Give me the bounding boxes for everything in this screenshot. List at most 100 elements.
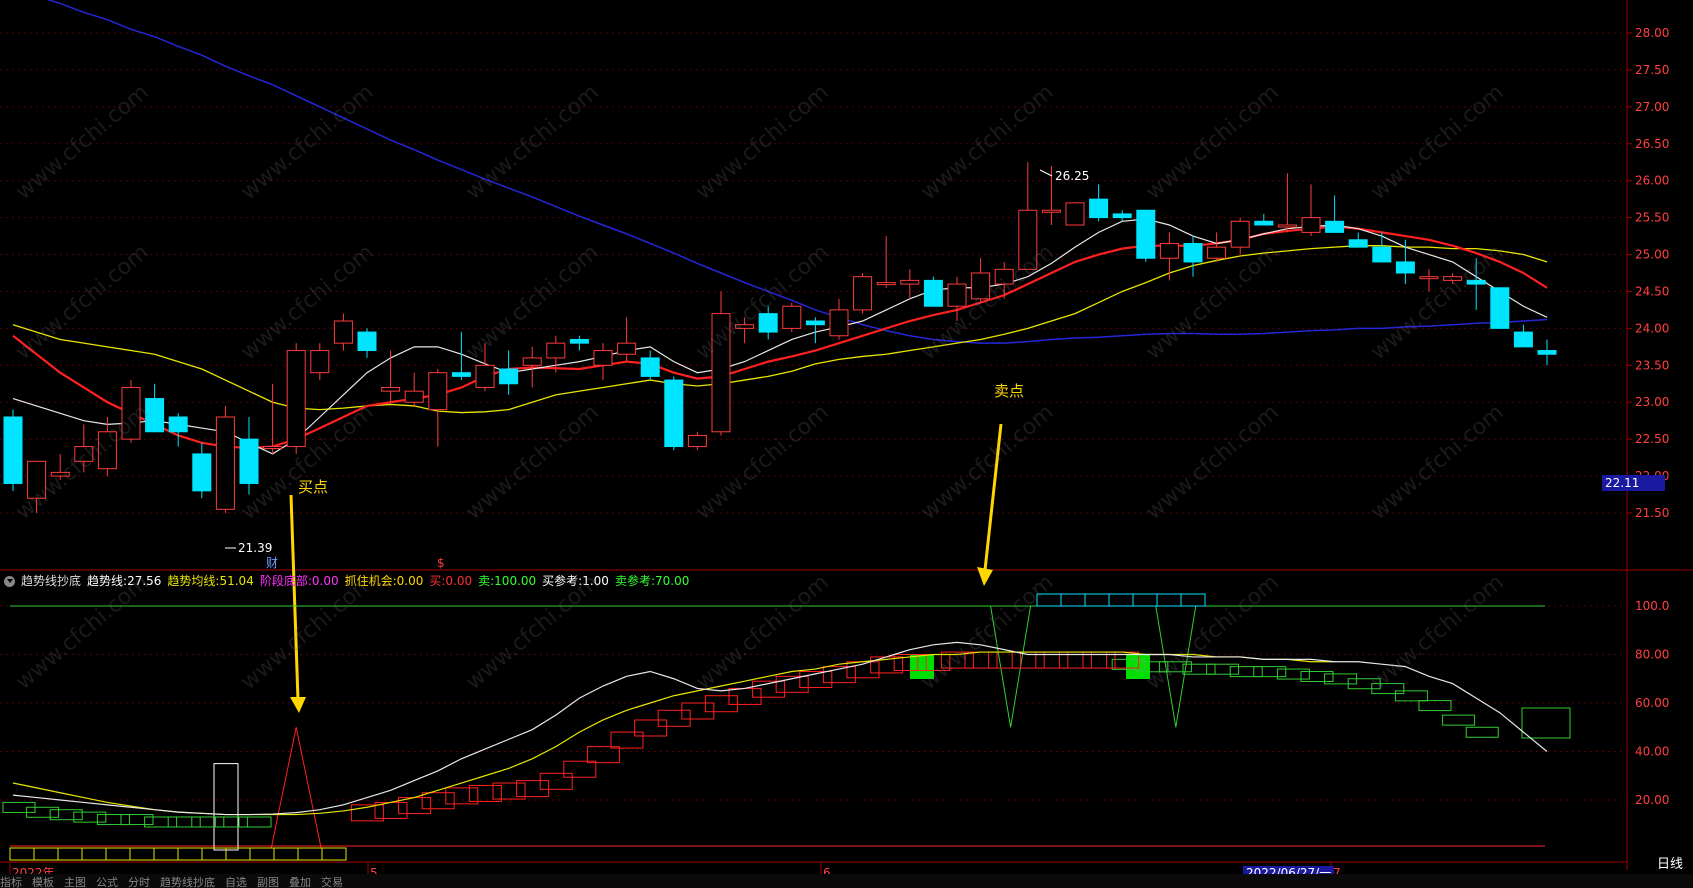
finance-mark: 财 bbox=[266, 556, 278, 570]
candle-body bbox=[428, 372, 448, 411]
candle-body bbox=[853, 276, 873, 311]
red-step-box bbox=[634, 719, 668, 737]
green-step-box bbox=[120, 814, 154, 826]
current-price-tag: 22.11 bbox=[1602, 475, 1665, 491]
buy-ref-label: 买参考:1.00 bbox=[542, 574, 609, 588]
bottom-yellow-box bbox=[33, 847, 59, 861]
green-step-box bbox=[167, 816, 201, 828]
indicator-tick-label: 80.00 bbox=[1635, 648, 1669, 662]
price-tick-label: 21.50 bbox=[1635, 506, 1669, 520]
dollar-mark: $ bbox=[437, 556, 445, 570]
candle-body bbox=[1230, 220, 1250, 248]
indicator-white-line bbox=[12, 641, 1548, 816]
sell-label: 卖:100.00 bbox=[478, 574, 537, 588]
candle-body bbox=[664, 379, 684, 448]
buy-arrow-head bbox=[290, 697, 306, 713]
indicator-tick-label: 20.00 bbox=[1635, 793, 1669, 807]
high-pointer bbox=[1039, 169, 1053, 177]
candle-body bbox=[617, 342, 637, 355]
bottom-tab[interactable]: 模板 bbox=[32, 876, 54, 888]
green-step-box bbox=[144, 816, 178, 828]
bottom-yellow-box bbox=[105, 847, 131, 861]
candle-body bbox=[923, 279, 943, 307]
candle-body bbox=[1395, 261, 1415, 274]
green-signal-square bbox=[1126, 655, 1150, 679]
price-tick-label: 24.50 bbox=[1635, 284, 1669, 298]
candle-body bbox=[1513, 331, 1533, 348]
indicator-tick-label: 60.00 bbox=[1635, 696, 1669, 710]
candle-body bbox=[900, 279, 920, 285]
candle-body bbox=[381, 386, 401, 392]
green-step-box bbox=[1206, 663, 1240, 675]
bottom-yellow-box bbox=[57, 847, 83, 861]
candle-body bbox=[145, 398, 165, 433]
sell-dip bbox=[1155, 605, 1197, 728]
bottom-tabs[interactable]: 指标 模板 主图 公式 分时 趋势线抄底 自选 副图 叠加 交易 bbox=[0, 874, 1693, 888]
bottom-tab[interactable]: 分时 bbox=[128, 876, 150, 888]
buy-arrow-shaft bbox=[289, 494, 300, 701]
bottom-tab[interactable]: 自选 bbox=[225, 876, 247, 888]
bottom-tab[interactable]: 副图 bbox=[257, 876, 279, 888]
bottom-tab[interactable]: 叠加 bbox=[289, 876, 311, 888]
bottom-tab[interactable]: 指标 bbox=[0, 876, 22, 888]
candle-body bbox=[1443, 276, 1463, 281]
price-tick-label: 23.50 bbox=[1635, 358, 1669, 372]
grab-label: 抓住机会:0.00 bbox=[344, 574, 424, 588]
candle-body bbox=[711, 313, 731, 433]
candle-body bbox=[50, 471, 70, 477]
candle-body bbox=[1041, 209, 1061, 213]
candle-body bbox=[1254, 220, 1274, 226]
collapse-icon[interactable] bbox=[4, 575, 15, 587]
candle-body bbox=[994, 268, 1014, 285]
candle-body bbox=[357, 331, 377, 352]
sell-point-label: 卖点 bbox=[994, 382, 1025, 400]
buy-spike bbox=[270, 727, 322, 849]
bottom-tab[interactable]: 交易 bbox=[321, 876, 343, 888]
green-step-box bbox=[73, 811, 107, 823]
bottom-yellow-box bbox=[9, 847, 35, 861]
candle-body bbox=[74, 446, 94, 462]
red-step-box bbox=[421, 792, 455, 810]
buy-label: 买:0.00 bbox=[429, 574, 473, 588]
candle-body bbox=[475, 364, 495, 388]
candle-body bbox=[1136, 209, 1156, 259]
green-step-box bbox=[1276, 668, 1310, 680]
sell-marker-box bbox=[1036, 593, 1062, 607]
candle-body bbox=[1089, 198, 1109, 219]
buy-point-label: 买点 bbox=[298, 478, 329, 496]
candle-body bbox=[1112, 213, 1132, 219]
green-step-box bbox=[1442, 714, 1476, 726]
green-step-box bbox=[1394, 690, 1428, 702]
candle-body bbox=[263, 446, 283, 450]
candle-body bbox=[215, 416, 235, 510]
bottom-tab[interactable]: 公式 bbox=[96, 876, 118, 888]
bottom-tab[interactable]: 趋势线抄底 bbox=[160, 876, 215, 888]
candle-body bbox=[546, 342, 566, 359]
stock-chart[interactable]: 28.00 27.50 27.00 26.50 26.00 25.50 25.00 24.50… bbox=[0, 0, 1693, 888]
candle-body bbox=[286, 350, 306, 448]
candle-body bbox=[1207, 246, 1227, 259]
sell-marker-box bbox=[1060, 593, 1086, 607]
price-tick-label: 23.00 bbox=[1635, 395, 1669, 409]
candle-body bbox=[97, 431, 117, 470]
candle-body bbox=[522, 357, 542, 366]
candle-body bbox=[333, 320, 353, 344]
candle-body bbox=[1065, 202, 1085, 226]
candle-body bbox=[805, 320, 825, 326]
bottom-tab[interactable]: 主图 bbox=[64, 876, 86, 888]
period-label[interactable]: 日线 bbox=[1657, 853, 1683, 872]
price-tick-label: 25.50 bbox=[1635, 211, 1669, 225]
candle-body bbox=[735, 324, 755, 329]
candle-body bbox=[971, 272, 991, 300]
green-step-box bbox=[191, 816, 225, 828]
red-step-box bbox=[728, 687, 762, 705]
price-tick-label: 27.00 bbox=[1635, 100, 1669, 114]
candle-body bbox=[168, 416, 188, 433]
bottom-yellow-box bbox=[249, 847, 275, 861]
low-price-label: 21.39 bbox=[238, 541, 272, 555]
trend-label: 趋势线:27.56 bbox=[87, 574, 162, 588]
sell-ref-label: 卖参考:70.00 bbox=[614, 574, 690, 588]
candle-body bbox=[1159, 242, 1179, 259]
indicator-name[interactable]: 趋势线抄底 bbox=[21, 571, 81, 591]
sell-marker-box bbox=[1084, 593, 1110, 607]
